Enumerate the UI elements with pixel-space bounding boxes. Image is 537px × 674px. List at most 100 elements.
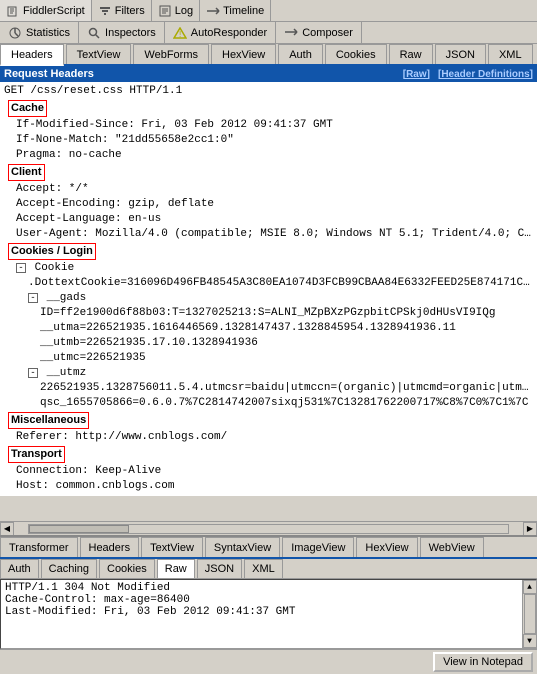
- horizontal-scrollbar[interactable]: ◀ ▶: [0, 521, 537, 535]
- bottom-tabbar1: Transformer Headers TextView SyntaxView …: [0, 537, 537, 559]
- gads-value: ID=ff2e1900d6f88b03:T=1327025213:S=ALNI_…: [0, 306, 537, 321]
- vscroll-track[interactable]: [524, 594, 536, 634]
- client-label: Client: [8, 164, 45, 181]
- request-line: GET /css/reset.css HTTP/1.1: [0, 84, 537, 99]
- utmb-line: __utmb=226521935.17.10.1328941936: [0, 336, 537, 351]
- client-line-0: Accept: */*: [0, 182, 537, 197]
- view-notepad-button[interactable]: View in Notepad: [433, 652, 533, 672]
- tree-toggle-gads[interactable]: -: [28, 293, 38, 303]
- hscroll-left-btn[interactable]: ◀: [0, 522, 14, 536]
- composer-label: Composer: [302, 27, 353, 39]
- output-line-2: Last-Modified: Fri, 03 Feb 2012 09:41:37…: [5, 606, 516, 618]
- header-defs-link[interactable]: [Header Definitions]: [438, 69, 533, 80]
- compose-icon: [284, 26, 298, 40]
- output-vscrollbar[interactable]: ▲ ▼: [522, 580, 536, 648]
- request-headers-header: Request Headers [Raw] [Header Definition…: [0, 66, 537, 82]
- bottom-tabbar2: Auth Caching Cookies Raw JSON XML: [0, 559, 537, 579]
- tree-toggle-utmz[interactable]: -: [28, 368, 38, 378]
- bottom-action-bar: View in Notepad: [0, 649, 537, 674]
- bottom-section: Transformer Headers TextView SyntaxView …: [0, 535, 537, 674]
- top-tabbar: Headers TextView WebForms HexView Auth C…: [0, 44, 537, 66]
- timeline-label: Timeline: [223, 5, 264, 17]
- client-line-2: Accept-Language: en-us: [0, 212, 537, 227]
- client-line-3: User-Agent: Mozilla/4.0 (compatible; MSI…: [0, 227, 537, 242]
- utma-line: __utma=226521935.1616446569.1328147437.1…: [0, 321, 537, 336]
- cache-line-0: If-Modified-Since: Fri, 03 Feb 2012 09:4…: [0, 118, 537, 133]
- tab-cookies[interactable]: Cookies: [325, 44, 387, 64]
- tab-raw[interactable]: Raw: [389, 44, 433, 64]
- tab-webforms[interactable]: WebForms: [133, 44, 209, 64]
- btab2-auth[interactable]: Auth: [0, 559, 39, 578]
- cache-line-1: If-None-Match: "21dd55658e2cc1:0": [0, 133, 537, 148]
- output-line-1: Cache-Control: max-age=86400: [5, 594, 516, 606]
- tree-toggle-cookie[interactable]: -: [16, 263, 26, 273]
- cache-label: Cache: [8, 100, 47, 117]
- btab2-json[interactable]: JSON: [197, 559, 242, 578]
- btab2-raw[interactable]: Raw: [157, 559, 195, 578]
- toolbar1: FiddlerScript Filters Log Timeline: [0, 0, 537, 22]
- btab-transformer[interactable]: Transformer: [0, 537, 78, 557]
- transport-label: Transport: [8, 446, 65, 463]
- toolbar-timeline[interactable]: Timeline: [200, 0, 271, 21]
- request-headers-content: GET /css/reset.css HTTP/1.1 Cache If-Mod…: [0, 82, 537, 521]
- client-line-1: Accept-Encoding: gzip, deflate: [0, 197, 537, 212]
- transport-line-0: Connection: Keep-Alive: [0, 464, 537, 479]
- stats-icon: [8, 26, 22, 40]
- vscroll-up-btn[interactable]: ▲: [523, 580, 537, 594]
- utmz-tree: - __utmz: [0, 366, 537, 381]
- toolbar-filters[interactable]: Filters: [92, 0, 152, 21]
- cookies-label: Cookies / Login: [8, 243, 96, 260]
- raw-link[interactable]: [Raw]: [403, 69, 430, 80]
- autoresponder-label: AutoResponder: [191, 27, 267, 39]
- toolbar2-inspectors[interactable]: Inspectors: [79, 22, 165, 43]
- cookies-section-header: Cookies / Login: [0, 242, 537, 261]
- btab-textview[interactable]: TextView: [141, 537, 203, 557]
- tab-hexview[interactable]: HexView: [211, 44, 276, 64]
- script-icon: [6, 4, 20, 18]
- tab-auth[interactable]: Auth: [278, 44, 323, 64]
- toolbar-log[interactable]: Log: [152, 0, 200, 21]
- btab-syntaxview[interactable]: SyntaxView: [205, 537, 280, 557]
- btab2-caching[interactable]: Caching: [41, 559, 97, 578]
- hscroll-right-btn[interactable]: ▶: [523, 522, 537, 536]
- log-icon: [158, 4, 172, 18]
- btab-headers[interactable]: Headers: [80, 537, 140, 557]
- auto-icon: !: [173, 26, 187, 40]
- hscroll-thumb[interactable]: [29, 525, 129, 533]
- btab2-cookies[interactable]: Cookies: [99, 559, 155, 578]
- utmz-value: 226521935.1328756011.5.4.utmcsr=baidu|ut…: [0, 381, 537, 396]
- cookie-tree-root: - Cookie: [0, 261, 537, 276]
- content-scroll-area[interactable]: GET /css/reset.css HTTP/1.1 Cache If-Mod…: [0, 82, 537, 521]
- inspectors-label: Inspectors: [105, 27, 156, 39]
- toolbar2-composer[interactable]: Composer: [276, 22, 362, 43]
- gsc-value: qsc_1655705866=0.6.0.7%7C2814742007sixqj…: [0, 396, 537, 411]
- transport-section-header: Transport: [0, 445, 537, 464]
- svg-text:!: !: [179, 30, 181, 39]
- hscroll-track[interactable]: [28, 524, 509, 534]
- toolbar2-autoresponder[interactable]: ! AutoResponder: [165, 22, 276, 43]
- misc-section-header: Miscellaneous: [0, 411, 537, 430]
- transport-line-1: Host: common.cnblogs.com: [0, 479, 537, 494]
- filters-label: Filters: [115, 5, 145, 17]
- misc-line-0: Referer: http://www.cnblogs.com/: [0, 430, 537, 445]
- tab-xml[interactable]: XML: [488, 44, 533, 64]
- btab-hexview[interactable]: HexView: [356, 537, 417, 557]
- toolbar2: Statistics Inspectors ! AutoResponder Co…: [0, 22, 537, 44]
- vscroll-down-btn[interactable]: ▼: [523, 634, 537, 648]
- headers-main: GET /css/reset.css HTTP/1.1 Cache If-Mod…: [0, 82, 537, 496]
- filter-icon: [98, 4, 112, 18]
- btab-webview[interactable]: WebView: [420, 537, 484, 557]
- tab-textview[interactable]: TextView: [66, 44, 132, 64]
- toolbar2-statistics[interactable]: Statistics: [0, 22, 79, 43]
- toolbar-fiddlerscript[interactable]: FiddlerScript: [0, 0, 92, 21]
- statistics-label: Statistics: [26, 27, 70, 39]
- output-content: HTTP/1.1 304 Not Modified Cache-Control:…: [5, 582, 532, 618]
- btab-imageview[interactable]: ImageView: [282, 537, 354, 557]
- tab-json[interactable]: JSON: [435, 44, 486, 64]
- panel-links: [Raw] [Header Definitions]: [403, 69, 533, 80]
- misc-label: Miscellaneous: [8, 412, 89, 429]
- bottom-text-output: HTTP/1.1 304 Not Modified Cache-Control:…: [0, 579, 537, 649]
- tab-headers[interactable]: Headers: [0, 44, 64, 66]
- log-label: Log: [175, 5, 193, 17]
- btab2-xml[interactable]: XML: [244, 559, 283, 578]
